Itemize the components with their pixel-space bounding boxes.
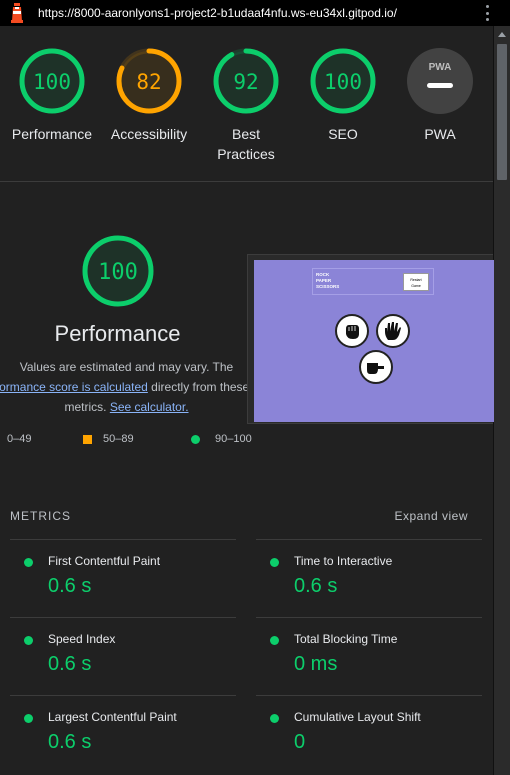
legend-pass-range: 90–100: [215, 433, 252, 445]
rock-hand-icon: [335, 314, 369, 348]
disclaimer-line: metrics. See calculator.: [0, 397, 253, 417]
preview-restart-button: Restart Game: [403, 273, 429, 291]
gauge-ring: 92: [213, 48, 279, 114]
performance-title: Performance: [54, 321, 181, 346]
metric-value: 0.6 s: [294, 575, 338, 597]
see-calculator-link[interactable]: See calculator.: [110, 400, 189, 414]
performance-score: 100: [98, 260, 138, 285]
gauge-score: 100: [324, 70, 362, 94]
metric-name: Largest Contentful Paint: [48, 710, 177, 724]
metric-first-contentful-paint: First Contentful Paint 0.6 s: [10, 539, 236, 617]
final-screenshot[interactable]: ROCK PAPER SCISSORS Restart Game: [247, 254, 494, 424]
gauge-ring: 100: [19, 48, 85, 114]
metric-name: Time to Interactive: [294, 554, 393, 568]
disclaimer-line: Values are estimated and may vary. The: [19, 360, 234, 374]
gauge-score: 92: [233, 70, 258, 94]
metric-name: Cumulative Layout Shift: [294, 710, 421, 724]
more-menu-icon[interactable]: [484, 4, 490, 22]
expand-view-button[interactable]: Expand view: [394, 509, 468, 523]
gauge-label: SEO: [328, 126, 358, 142]
legend-fail-range: 0–49: [7, 433, 32, 445]
scissors-hand-icon: [359, 350, 393, 384]
legend-pass: 90–100: [191, 433, 252, 445]
legend-average-range: 50–89: [103, 433, 134, 445]
gauge-label: PWA: [424, 126, 456, 142]
gauge-label: Accessibility: [110, 126, 188, 142]
metric-cumulative-layout-shift: Cumulative Layout Shift 0: [256, 695, 482, 773]
metrics-title: METRICS: [10, 509, 71, 523]
scrollbar[interactable]: [493, 26, 510, 775]
score-calculated-link[interactable]: formance score is calculated: [0, 380, 148, 394]
pwa-badge-icon: PWA: [407, 48, 473, 114]
pwa-badge-text: PWA: [429, 62, 452, 73]
metric-name: First Contentful Paint: [48, 554, 161, 568]
legend-fail: 0–49: [7, 433, 31, 445]
pass-circle-icon: [24, 558, 33, 567]
lighthouse-icon: [11, 3, 23, 23]
gauge-accessibility[interactable]: 82 Accessibility: [101, 46, 197, 144]
pass-circle-icon: [270, 558, 279, 567]
legend-average: 50–89: [83, 433, 134, 445]
metric-value: 0.6 s: [48, 731, 92, 753]
metric-value: 0.6 s: [48, 653, 92, 675]
disclaimer-text: directly from these: [147, 380, 250, 394]
disclaimer-text: metrics.: [64, 400, 110, 414]
paper-hand-icon: [376, 314, 410, 348]
gauge-pwa[interactable]: PWA PWA: [392, 46, 488, 144]
gauge-score: 100: [33, 70, 71, 94]
disclaimer-line: formance score is calculated directly fr…: [0, 377, 253, 397]
url-bar: https://8000-aaronlyons1-project2-b1udaa…: [0, 0, 510, 26]
metric-largest-contentful-paint: Largest Contentful Paint 0.6 s: [10, 695, 236, 773]
gauge-label: Best Practices: [198, 124, 294, 164]
metric-value: 0 ms: [294, 653, 338, 675]
category-gauges: 100 Performance 82 Accessibility 92 Best…: [0, 26, 493, 182]
metric-value: 0.6 s: [48, 575, 92, 597]
gauge-label-line: Practices: [217, 146, 275, 162]
gauge-ring: 100: [310, 48, 376, 114]
metrics-header: METRICS Expand view: [10, 509, 470, 523]
screenshot-image: ROCK PAPER SCISSORS Restart Game: [254, 260, 494, 422]
gauge-label: Performance: [11, 126, 93, 142]
pass-circle-icon: [191, 434, 200, 444]
url-text[interactable]: https://8000-aaronlyons1-project2-b1udaa…: [38, 6, 397, 20]
pass-circle-icon: [270, 636, 279, 645]
pass-circle-icon: [24, 714, 33, 723]
gauge-ring: 82: [116, 48, 182, 114]
metric-time-to-interactive: Time to Interactive 0.6 s: [256, 539, 482, 617]
preview-header: ROCK PAPER SCISSORS Restart Game: [312, 268, 434, 295]
metric-name: Speed Index: [48, 632, 116, 646]
scroll-up-arrow-icon[interactable]: [498, 32, 506, 37]
gauge-performance[interactable]: 100 Performance: [4, 46, 100, 144]
scrollbar-thumb[interactable]: [497, 44, 507, 180]
gauge-seo[interactable]: 100 SEO: [295, 46, 391, 144]
metric-name: Total Blocking Time: [294, 632, 398, 646]
performance-section: 100 Performance Values are estimated and…: [0, 183, 494, 483]
preview-logo: ROCK PAPER SCISSORS: [316, 272, 340, 289]
gauge-score: 82: [136, 70, 161, 94]
gauge-label-line: Best: [231, 126, 260, 142]
pass-circle-icon: [24, 636, 33, 645]
metric-value: 0: [294, 731, 306, 753]
metric-speed-index: Speed Index 0.6 s: [10, 617, 236, 695]
performance-disclaimer: Values are estimated and may vary. The f…: [0, 357, 253, 417]
metric-total-blocking-time: Total Blocking Time 0 ms: [256, 617, 482, 695]
average-square-icon: [83, 434, 92, 444]
pass-circle-icon: [270, 714, 279, 723]
gauge-best-practices[interactable]: 92 Best Practices: [198, 46, 294, 164]
performance-gauge: 100: [82, 235, 154, 307]
